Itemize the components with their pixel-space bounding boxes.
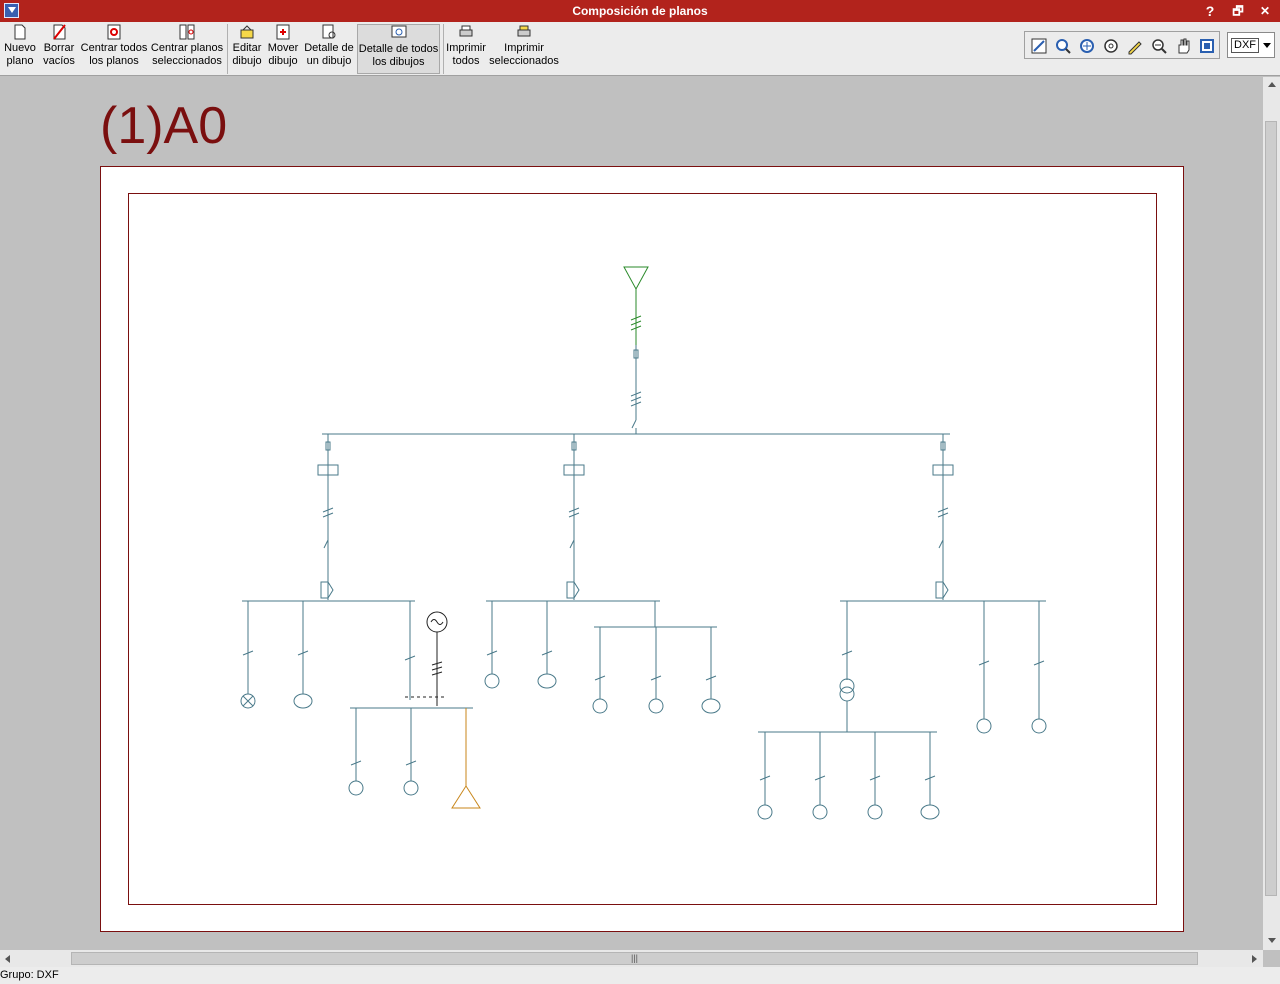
toolbar-separator — [227, 24, 228, 74]
detail-all-icon — [391, 25, 406, 38]
zoom-realtime-icon[interactable] — [1054, 37, 1072, 55]
new-plan-button[interactable]: Nuevo plano — [2, 24, 38, 74]
center-selected-icon — [179, 24, 195, 40]
printer-selected-icon — [517, 25, 531, 37]
detail-all-drawings-button[interactable]: Detalle de todos los dibujos — [357, 24, 440, 74]
edit-drawing-icon — [240, 25, 254, 39]
redraw-icon[interactable] — [1198, 37, 1216, 55]
electrical-diagram[interactable] — [100, 166, 1184, 932]
printer-icon — [459, 25, 473, 37]
scroll-up-arrow-icon[interactable] — [1268, 82, 1276, 87]
print-all-button[interactable]: Imprimir todos — [446, 24, 486, 74]
plan-title: (1)A0 — [100, 97, 228, 155]
center-selected-plans-button[interactable]: Centrar planos seleccionados — [150, 24, 224, 74]
zoom-window-icon[interactable] — [1030, 37, 1048, 55]
restore-button[interactable]: 🗗 — [1228, 1, 1248, 21]
status-text: Grupo: DXF — [0, 969, 59, 981]
pan-hand-icon[interactable] — [1174, 37, 1192, 55]
detail-one-drawing-button[interactable]: Detalle de un dibujo — [303, 24, 355, 74]
title-bar: Composición de planos ? 🗗 ✕ — [0, 0, 1280, 22]
format-select-value: DXF — [1231, 38, 1259, 53]
toolbar: Nuevo plano Borrar vacíos Centrar todos los… — [0, 22, 1280, 76]
move-drawing-icon — [276, 24, 290, 40]
pencil-icon[interactable] — [1126, 37, 1144, 55]
new-document-icon — [14, 24, 26, 40]
vertical-scroll-thumb[interactable] — [1265, 121, 1277, 896]
delete-empty-button[interactable]: Borrar vacíos — [40, 24, 78, 74]
detail-drawing-icon — [322, 24, 336, 39]
toolbar-separator — [443, 24, 444, 74]
move-drawing-button[interactable]: Mover dibujo — [266, 24, 300, 74]
help-button[interactable]: ? — [1200, 1, 1220, 21]
horizontal-scroll-thumb[interactable]: ||| — [71, 952, 1198, 965]
center-all-icon — [107, 24, 121, 40]
window-title: Composición de planos — [572, 4, 708, 18]
scroll-left-arrow-icon[interactable] — [5, 955, 10, 963]
chevron-down-icon — [1263, 43, 1271, 48]
zoom-extents-icon[interactable] — [1078, 37, 1096, 55]
status-bar: Grupo: DXF — [0, 967, 1280, 984]
scroll-right-arrow-icon[interactable] — [1252, 955, 1257, 963]
zoom-tools — [1024, 31, 1220, 59]
format-select[interactable]: DXF — [1227, 32, 1275, 58]
zoom-previous-icon[interactable] — [1102, 37, 1120, 55]
print-selected-button[interactable]: Imprimir seleccionados — [488, 24, 560, 74]
delete-plan-icon — [53, 24, 66, 40]
edit-drawing-button[interactable]: Editar dibujo — [230, 24, 264, 74]
close-button[interactable]: ✕ — [1255, 1, 1275, 21]
center-all-plans-button[interactable]: Centrar todos los planos — [80, 24, 148, 74]
scroll-down-arrow-icon[interactable] — [1268, 938, 1276, 943]
zoom-out-icon[interactable] — [1150, 37, 1168, 55]
